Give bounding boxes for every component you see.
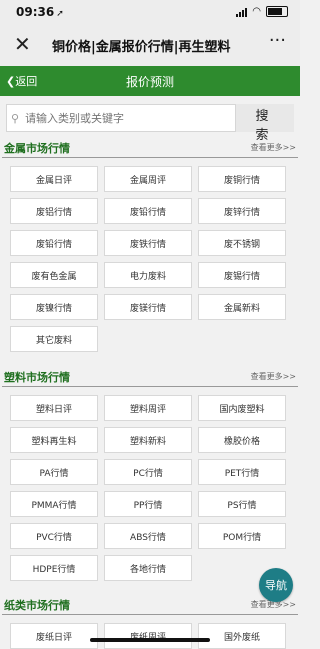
market-item-button[interactable]: 金属新料	[198, 294, 286, 320]
market-item-button[interactable]: 废不锈钢	[198, 230, 286, 256]
battery-icon	[266, 6, 288, 17]
market-item-button[interactable]: 塑料日评	[10, 395, 98, 421]
home-indicator	[90, 638, 210, 642]
market-item-button[interactable]: PC行情	[104, 459, 192, 485]
status-time-text: 09:36	[16, 5, 55, 19]
market-item-button[interactable]: 废有色金属	[10, 262, 98, 288]
market-item-button[interactable]: 其它废料	[10, 326, 98, 352]
market-item-button[interactable]: PP行情	[104, 491, 192, 517]
search-input[interactable]	[23, 110, 218, 126]
market-item-button[interactable]: 各地行情	[104, 555, 192, 581]
paper-items-grid: 废纸日评废纸周评国外废纸	[0, 615, 300, 649]
market-item-button[interactable]: 废纸日评	[10, 623, 98, 649]
metal-market-section: 金属市场行情 查看更多>> 金属日评 金属周评 废铜行情 废铝行情 废铅行情 废锌行情 废铅…	[0, 138, 300, 352]
market-item-button[interactable]: PMMA行情	[10, 491, 98, 517]
market-item-button[interactable]: 国内废塑料	[198, 395, 286, 421]
market-item-button[interactable]: 废铝行情	[10, 198, 98, 224]
view-more-link[interactable]: 查看更多>>	[251, 142, 296, 153]
market-item-button[interactable]: 橡胶价格	[198, 427, 286, 453]
section-title: 纸类市场行情	[4, 599, 70, 612]
market-item-button[interactable]: PA行情	[10, 459, 98, 485]
market-item-button[interactable]: 废镍行情	[10, 294, 98, 320]
status-time: 09:36 ➚	[16, 5, 64, 19]
search-bar: ⚲ 搜 索	[6, 104, 294, 143]
divider	[2, 157, 298, 158]
close-icon[interactable]: ✕	[14, 32, 31, 56]
location-arrow-icon: ➚	[56, 9, 64, 19]
market-item-button[interactable]: 塑料周评	[104, 395, 192, 421]
app-header: ❮返回 报价预测	[0, 66, 300, 96]
header-title: 报价预测	[125, 75, 174, 89]
market-item-button[interactable]: 金属周评	[104, 166, 192, 192]
market-item-button[interactable]: 塑料新料	[104, 427, 192, 453]
divider	[2, 614, 298, 615]
section-title: 金属市场行情	[4, 142, 70, 155]
divider	[2, 386, 298, 387]
market-item-button[interactable]: PET行情	[198, 459, 286, 485]
market-item-button[interactable]: 废铅行情	[104, 198, 192, 224]
market-item-button[interactable]: 废锌行情	[198, 198, 286, 224]
section-title: 塑料市场行情	[4, 371, 70, 384]
market-item-button[interactable]: 电力废料	[104, 262, 192, 288]
market-item-button[interactable]: 废锡行情	[198, 262, 286, 288]
market-item-button[interactable]: 废铁行情	[104, 230, 192, 256]
market-item-button[interactable]: PVC行情	[10, 523, 98, 549]
market-item-button[interactable]: 废铅行情	[10, 230, 98, 256]
wifi-icon: ◠	[252, 6, 261, 17]
market-item-button[interactable]: HDPE行情	[10, 555, 98, 581]
cellular-signal-icon	[236, 7, 248, 17]
market-item-button[interactable]: PS行情	[198, 491, 286, 517]
market-item-button[interactable]: 金属日评	[10, 166, 98, 192]
floating-nav-button[interactable]: 导航	[259, 568, 293, 602]
market-item-button[interactable]: 废铜行情	[198, 166, 286, 192]
metal-items-grid: 金属日评 金属周评 废铜行情 废铝行情 废铅行情 废锌行情 废铅行情 废铁行情 废不锈钢 废有色金…	[0, 158, 300, 352]
plastic-market-section: 塑料市场行情 查看更多>> 塑料日评 塑料周评 国内废塑料塑料再生料 塑料新料 橡胶价格…	[0, 367, 300, 581]
market-item-button[interactable]: POM行情	[198, 523, 286, 549]
more-options-icon[interactable]: ···	[269, 30, 286, 51]
search-icon: ⚲	[11, 111, 20, 125]
market-item-button[interactable]: 国外废纸	[198, 623, 286, 649]
market-item-button[interactable]: 塑料再生料	[10, 427, 98, 453]
market-item-button[interactable]: 废纸周评	[104, 623, 192, 649]
market-item-button[interactable]: ABS行情	[104, 523, 192, 549]
search-button[interactable]: 搜 索	[236, 104, 294, 143]
browser-title-bar: ✕ 铜价格|金属报价行情|再生塑料 ···	[0, 24, 300, 67]
market-item-button[interactable]: 废镁行情	[104, 294, 192, 320]
view-more-link[interactable]: 查看更多>>	[251, 371, 296, 382]
page-title: 铜价格|金属报价行情|再生塑料	[52, 40, 231, 55]
plastic-items-grid: 塑料日评 塑料周评 国内废塑料 塑料再生料 塑料新料 橡胶价格 PA行情 PC行情 PET行情 P…	[0, 387, 300, 581]
status-bar: 09:36 ➚ ◠	[0, 0, 300, 24]
search-box: ⚲	[6, 104, 236, 132]
